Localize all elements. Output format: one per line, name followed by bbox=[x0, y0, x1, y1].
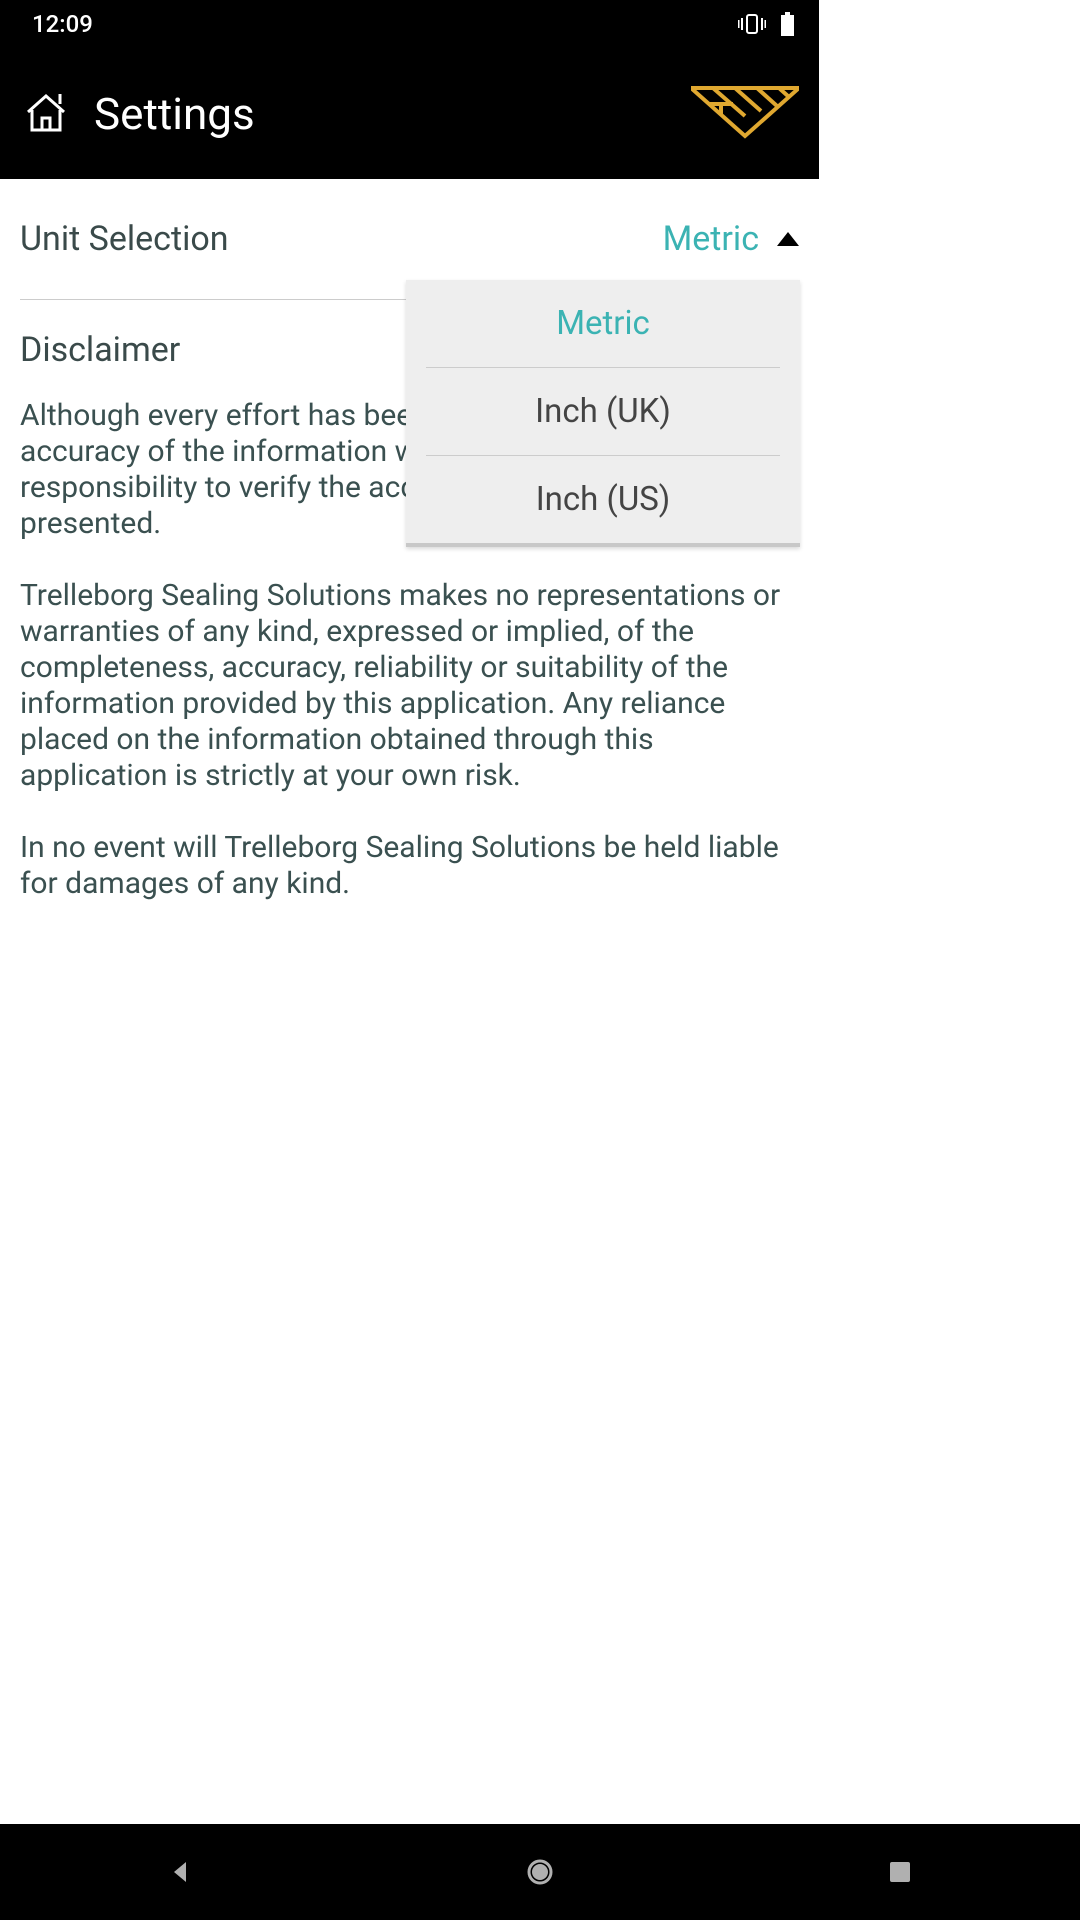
dropdown-option-inch-us[interactable]: Inch (US) bbox=[426, 456, 780, 543]
dropdown-option-inch-uk[interactable]: Inch (UK) bbox=[426, 368, 780, 456]
nav-home-button[interactable] bbox=[522, 1854, 558, 1890]
unit-selected-value: Metric bbox=[663, 219, 759, 259]
dropdown-option-metric[interactable]: Metric bbox=[426, 280, 780, 368]
app-bar: Settings bbox=[0, 48, 819, 179]
battery-icon bbox=[780, 12, 795, 36]
status-icons bbox=[738, 12, 795, 36]
nav-recent-button[interactable] bbox=[882, 1854, 918, 1890]
brand-logo-icon bbox=[691, 84, 799, 144]
vibrate-icon bbox=[738, 13, 766, 35]
disclaimer-paragraph: In no event will Trelleborg Sealing Solu… bbox=[20, 830, 799, 902]
android-nav-bar bbox=[0, 1824, 1080, 1920]
app-bar-left: Settings bbox=[20, 86, 255, 142]
page-title: Settings bbox=[94, 88, 255, 140]
unit-selection-label: Unit Selection bbox=[20, 219, 229, 259]
nav-back-button[interactable] bbox=[162, 1854, 198, 1890]
caret-up-icon bbox=[777, 232, 799, 246]
home-icon[interactable] bbox=[20, 86, 72, 142]
status-bar: 12:09 bbox=[0, 0, 819, 48]
unit-selector[interactable]: Metric bbox=[663, 219, 799, 259]
disclaimer-paragraph: Trelleborg Sealing Solutions makes no re… bbox=[20, 578, 799, 794]
unit-dropdown: Metric Inch (UK) Inch (US) bbox=[406, 280, 800, 547]
status-time: 12:09 bbox=[32, 10, 93, 38]
content: Unit Selection Metric Disclaimer Althoug… bbox=[0, 179, 819, 958]
